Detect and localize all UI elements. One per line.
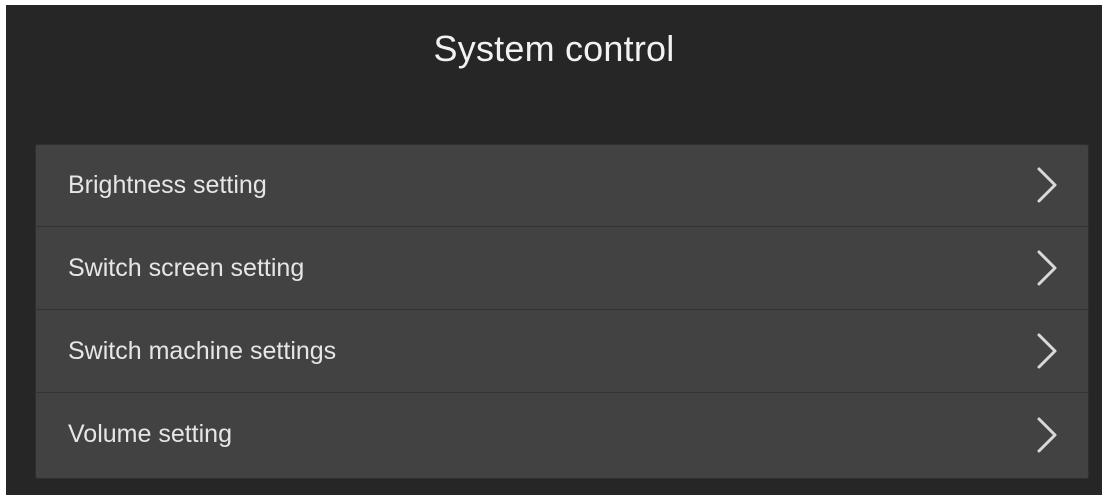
chevron-right-icon (1033, 331, 1061, 371)
settings-menu: Brightness setting Switch screen setting… (35, 144, 1089, 479)
menu-item-volume-setting[interactable]: Volume setting (35, 393, 1089, 476)
chevron-right-icon (1033, 415, 1061, 455)
menu-item-switch-screen-setting[interactable]: Switch screen setting (35, 227, 1089, 310)
menu-item-brightness-setting[interactable]: Brightness setting (35, 144, 1089, 227)
page-title: System control (433, 28, 675, 69)
header: System control (6, 5, 1102, 95)
menu-item-label: Switch screen setting (68, 253, 305, 282)
system-control-screen: System control Brightness setting Switch… (6, 5, 1102, 495)
menu-item-label: Switch machine settings (68, 336, 337, 365)
menu-item-switch-machine-settings[interactable]: Switch machine settings (35, 310, 1089, 393)
menu-item-label: Brightness setting (68, 170, 267, 199)
chevron-right-icon (1033, 248, 1061, 288)
chevron-right-icon (1033, 165, 1061, 205)
menu-item-label: Volume setting (68, 420, 232, 448)
